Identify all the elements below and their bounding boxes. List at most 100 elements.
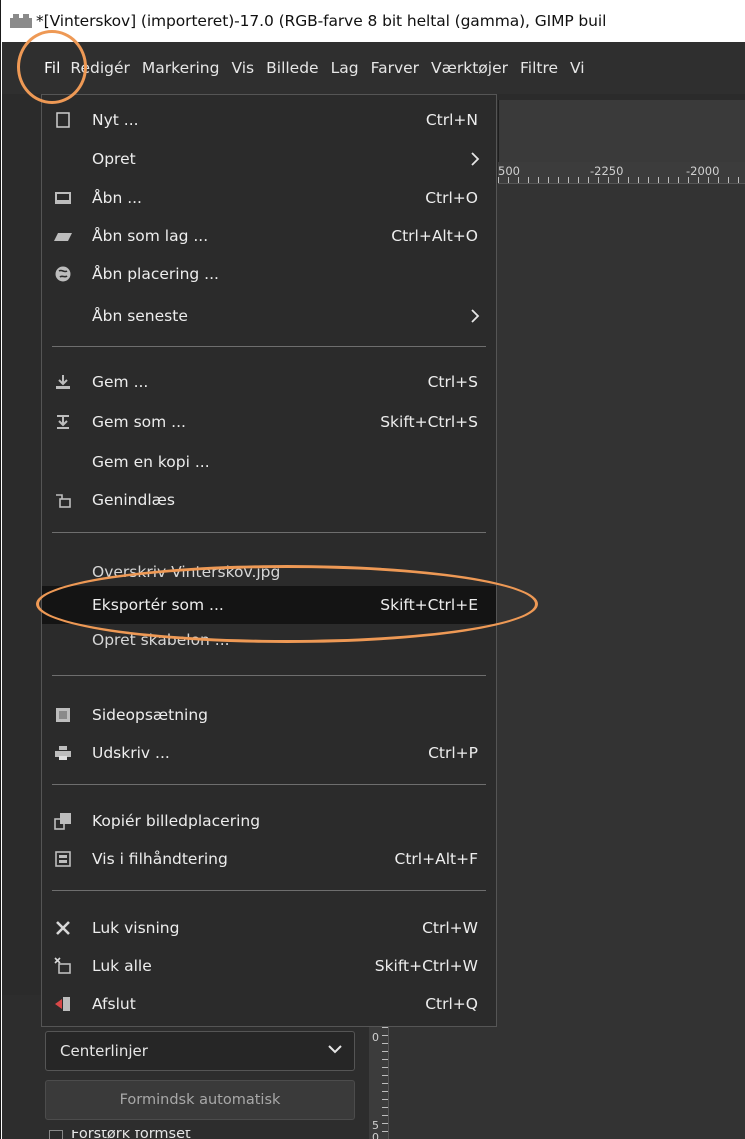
file-menu-dropdown: Nyt ... Ctrl+N Opret Åbn ... Ctrl+O Åbn … (41, 94, 497, 1027)
menu-item-label: Åbn ... (92, 189, 142, 207)
checkbox-label: Forstørk formset (71, 1130, 191, 1139)
menu-item-shortcut: Ctrl+N (425, 111, 478, 129)
menu-item-luk-alle[interactable]: Luk alle Skift+Ctrl+W (42, 947, 496, 985)
menu-item-label: Afslut (92, 995, 136, 1013)
save-as-icon (57, 415, 69, 429)
page-setup-icon (56, 708, 70, 722)
menu-item-shortcut: Skift+Ctrl+S (380, 413, 478, 431)
open-icon (55, 192, 71, 204)
menu-item-shortcut: Ctrl+Alt+F (394, 850, 478, 868)
menu-vis[interactable]: Vis (225, 42, 260, 94)
ruler-label: 0 (372, 1031, 379, 1044)
menu-item-aabn[interactable]: Åbn ... Ctrl+O (42, 179, 496, 217)
menu-item-label: Åbn placering ... (92, 265, 219, 283)
menu-item-aabn-som-lag[interactable]: Åbn som lag ... Ctrl+Alt+O (42, 217, 496, 255)
file-manager-icon (55, 851, 71, 867)
menu-item-luk-visning[interactable]: Luk visning Ctrl+W (42, 909, 496, 947)
menu-item-afslut[interactable]: Afslut Ctrl+Q (42, 985, 496, 1023)
menu-markering[interactable]: Markering (136, 42, 226, 94)
menu-separator (52, 784, 486, 785)
new-image-icon (56, 112, 70, 128)
menu-item-udskriv[interactable]: Udskriv ... Ctrl+P (42, 734, 496, 772)
horizontal-ruler[interactable]: 500 -2250 -2000 (498, 162, 745, 184)
menu-item-kopier-billedplacering[interactable]: Kopiér billedplacering (42, 802, 496, 840)
menu-item-label: Kopiér billedplacering (92, 812, 261, 830)
menu-item-aabn-placering[interactable]: Åbn placering ... (42, 255, 496, 293)
print-icon (55, 746, 71, 760)
menu-lag[interactable]: Lag (325, 42, 365, 94)
cutoff-checkbox-row[interactable]: Forstørk formset (45, 1130, 355, 1139)
menu-item-shortcut: Ctrl+W (422, 919, 478, 937)
guides-select[interactable]: Centerlinjer (45, 1031, 355, 1071)
globe-icon (55, 266, 71, 282)
menu-separator (52, 532, 486, 533)
menu-item-label: Sideopsætning (92, 706, 209, 724)
menu-item-shortcut: Skift+Ctrl+W (374, 957, 478, 975)
close-icon (56, 921, 70, 935)
menu-item-opret-skabelon[interactable]: Opret skabelon ... (42, 621, 496, 659)
menu-filtre[interactable]: Filtre (514, 42, 564, 94)
menu-item-label: Åbn som lag ... (92, 227, 209, 245)
menu-item-label: Gem som ... (92, 413, 186, 431)
menu-item-label: Luk alle (92, 957, 152, 975)
ruler-label: -2250 (590, 164, 624, 178)
menubar: Fil Redigér Markering Vis Billede Lag Fa… (2, 42, 745, 94)
menu-item-shortcut: Ctrl+Q (425, 995, 478, 1013)
menu-fil[interactable]: Fil (2, 42, 64, 94)
revert-icon (56, 494, 71, 508)
save-icon (56, 375, 70, 389)
checkbox[interactable] (49, 1130, 63, 1139)
menu-rediger[interactable]: Redigér (64, 42, 136, 94)
menu-farver[interactable]: Farver (365, 42, 425, 94)
menu-item-shortcut: Ctrl+P (428, 744, 478, 762)
menu-item-sideopsaetning[interactable]: Sideopsætning (42, 696, 496, 734)
chevron-down-icon (328, 1045, 342, 1054)
menu-item-eksporter-som[interactable]: Eksportér som ... Skift+Ctrl+E (42, 586, 496, 624)
menu-item-label: Gem en kopi ... (92, 453, 210, 471)
menu-item-label: Opret (92, 150, 136, 168)
menu-item-label: Genindlæs (92, 491, 175, 509)
ruler-label: 0 (372, 1131, 379, 1139)
menu-item-aabn-seneste[interactable]: Åbn seneste (42, 297, 496, 335)
ruler-label: -2000 (686, 164, 720, 178)
menu-item-label: Gem ... (92, 373, 149, 391)
title-bar: *[Vinterskov] (importeret)-17.0 (RGB-far… (2, 0, 745, 42)
menu-item-vis-i-filhaandtering[interactable]: Vis i filhåndtering Ctrl+Alt+F (42, 840, 496, 878)
submenu-arrow-icon (471, 152, 480, 166)
menu-item-gem-en-kopi[interactable]: Gem en kopi ... (42, 443, 496, 481)
menu-item-gem[interactable]: Gem ... Ctrl+S (42, 363, 496, 401)
gimp-app-icon (10, 14, 32, 28)
menu-item-opret[interactable]: Opret (42, 140, 496, 178)
menu-item-shortcut: Ctrl+S (427, 373, 478, 391)
menu-item-label: Eksportér som ... (92, 596, 224, 614)
image-tab-strip (498, 100, 745, 162)
ruler-label: 500 (498, 164, 520, 178)
menu-item-label: Udskriv ... (92, 744, 170, 762)
menu-vaerktojer[interactable]: Værktøjer (425, 42, 514, 94)
menu-item-gem-som[interactable]: Gem som ... Skift+Ctrl+S (42, 403, 496, 441)
menu-billede[interactable]: Billede (260, 42, 324, 94)
copy-location-icon (54, 813, 71, 830)
menu-item-label: Nyt ... (92, 111, 139, 129)
menu-vinduer[interactable]: Vi (564, 42, 591, 94)
menu-separator (52, 890, 486, 891)
submenu-arrow-icon (471, 309, 480, 323)
quit-icon (55, 997, 70, 1011)
menu-item-label: Luk visning (92, 919, 180, 937)
gimp-window: *[Vinterskov] (importeret)-17.0 (RGB-far… (0, 0, 745, 1139)
menu-item-genindlaes[interactable]: Genindlæs (42, 481, 496, 519)
guides-select-value: Centerlinjer (60, 1042, 148, 1060)
menu-item-label: Vis i filhåndtering (92, 850, 228, 868)
menu-item-nyt[interactable]: Nyt ... Ctrl+N (42, 101, 496, 139)
menu-separator (52, 346, 486, 347)
open-as-layer-icon (54, 233, 72, 241)
menu-item-shortcut: Ctrl+Alt+O (391, 227, 478, 245)
window-title: *[Vinterskov] (importeret)-17.0 (RGB-far… (36, 12, 607, 30)
close-all-icon (54, 957, 71, 974)
shrink-auto-button[interactable]: Formindsk automatisk (45, 1080, 355, 1120)
menu-separator (52, 675, 486, 676)
menu-item-shortcut: Ctrl+O (425, 189, 478, 207)
menu-item-label: Overskriv Vinterskov.jpg (92, 563, 281, 581)
menu-item-label: Åbn seneste (92, 307, 188, 325)
menu-item-shortcut: Skift+Ctrl+E (380, 596, 478, 614)
